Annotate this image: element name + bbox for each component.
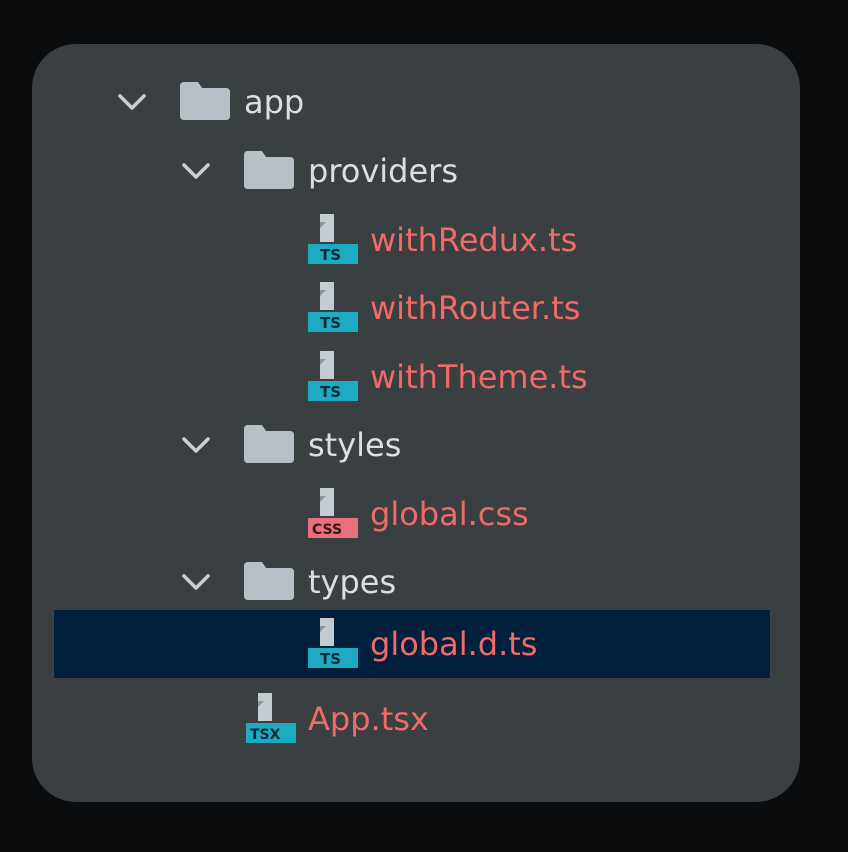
- chevron-down-icon[interactable]: [178, 427, 214, 463]
- tree-item-label: types: [308, 563, 397, 601]
- tree-item-label: app: [244, 83, 305, 121]
- tree-file-withredux[interactable]: TS withRedux.ts: [32, 206, 800, 274]
- ts-badge-text: TS: [320, 383, 341, 401]
- tree-folder-providers[interactable]: providers: [32, 137, 800, 205]
- folder-icon: [244, 562, 294, 600]
- typescript-file-icon: TS: [308, 618, 358, 668]
- typescript-file-icon: TS: [308, 282, 358, 332]
- tree-file-app-tsx[interactable]: TSX App.tsx: [32, 685, 800, 753]
- tree-file-global-css[interactable]: CSS global.css: [32, 480, 800, 548]
- tree-folder-styles[interactable]: styles: [32, 411, 800, 479]
- tree-item-label: withRedux.ts: [370, 221, 578, 259]
- folder-icon: [244, 425, 294, 463]
- project-tree-panel: app providers TS withRedux.ts TS withRou…: [32, 44, 800, 802]
- tree-file-withrouter[interactable]: TS withRouter.ts: [32, 274, 800, 342]
- tree-item-label: withRouter.ts: [370, 289, 581, 327]
- tree-item-label: App.tsx: [308, 700, 429, 738]
- tsx-file-icon: TSX: [246, 693, 296, 743]
- tree-folder-types[interactable]: types: [32, 548, 800, 616]
- chevron-down-icon[interactable]: [178, 564, 214, 600]
- ts-badge-text: TS: [320, 650, 341, 668]
- tree-item-label: styles: [308, 426, 402, 464]
- tree-folder-app[interactable]: app: [32, 68, 800, 136]
- folder-icon: [244, 151, 294, 189]
- css-badge-text: CSS: [312, 522, 342, 538]
- tsx-badge-text: TSX: [250, 727, 281, 743]
- typescript-file-icon: TS: [308, 351, 358, 401]
- css-file-icon: CSS: [308, 488, 358, 538]
- tree-item-label: withTheme.ts: [370, 358, 588, 396]
- file-tree: app providers TS withRedux.ts TS withRou…: [32, 44, 800, 802]
- chevron-down-icon[interactable]: [178, 153, 214, 189]
- tree-item-label: providers: [308, 152, 458, 190]
- tree-file-withtheme[interactable]: TS withTheme.ts: [32, 343, 800, 411]
- tree-item-label: global.d.ts: [370, 625, 538, 663]
- ts-badge-text: TS: [320, 246, 341, 264]
- typescript-file-icon: TS: [308, 214, 358, 264]
- ts-badge-text: TS: [320, 314, 341, 332]
- folder-icon: [180, 82, 230, 120]
- tree-file-global-d-ts[interactable]: TS global.d.ts: [32, 610, 800, 678]
- chevron-down-icon[interactable]: [114, 84, 150, 120]
- tree-item-label: global.css: [370, 495, 529, 533]
